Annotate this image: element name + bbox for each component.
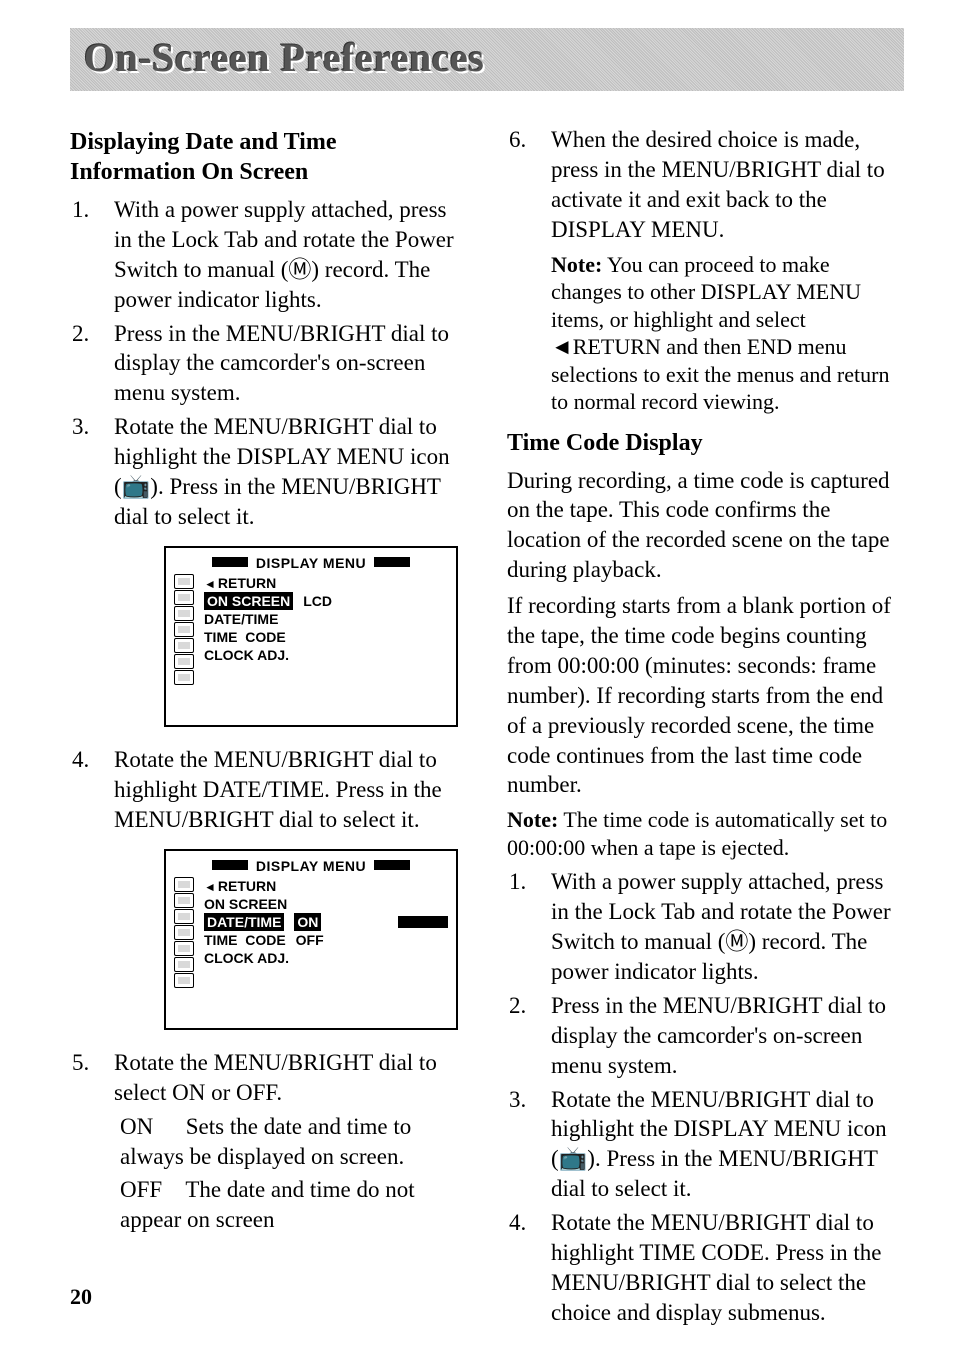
note-text: The time code is automatically set to 00… — [507, 807, 887, 860]
osd-menu-row: DATE/TIME — [202, 610, 448, 628]
osd-row-label: RETURN — [204, 574, 276, 593]
step-text: Press in the MENU/BRIGHT dial to display… — [114, 319, 467, 409]
option-key: OFF — [120, 1175, 180, 1205]
osd-side-icon — [174, 638, 194, 653]
osd-side-icon — [174, 877, 194, 892]
osd-side-icon — [174, 957, 194, 972]
osd-side-icon — [174, 973, 194, 988]
osd-row-label: CLOCK ADJ. — [204, 949, 289, 967]
osd-title: DISPLAY MENU — [174, 857, 448, 875]
osd-icon-strip — [174, 574, 198, 685]
list-item: Rotate the MENU/BRIGHT dial to highlight… — [507, 1085, 904, 1205]
osd-side-icon — [174, 606, 194, 621]
osd-side-icon — [174, 941, 194, 956]
osd-side-icon — [174, 925, 194, 940]
page-banner: On-Screen Preferences — [70, 28, 904, 91]
osd-menu-row: ON SCREEN LCD — [202, 592, 448, 610]
step-text: With a power supply attached, press in t… — [551, 867, 904, 987]
osd-row-label: TIME CODE — [204, 628, 286, 646]
note-label: Note: — [551, 252, 602, 277]
display-menu-figure-1: DISPLAY MENU RETURNON SCREEN LCD DATE/TIME… — [164, 546, 467, 727]
list-item: Rotate the MENU/BRIGHT dial to select ON… — [70, 1048, 467, 1108]
osd-icon-strip — [174, 877, 198, 988]
osd-side-icon — [174, 590, 194, 605]
list-item: Rotate the MENU/BRIGHT dial to highlight… — [507, 1208, 904, 1328]
datetime-steps-list: With a power supply attached, press in t… — [70, 195, 467, 1108]
osd-row-label: CLOCK ADJ. — [204, 646, 289, 664]
step-text: Rotate the MENU/BRIGHT dial to highlight… — [114, 412, 467, 532]
list-item: With a power supply attached, press in t… — [507, 867, 904, 987]
step-text: Rotate the MENU/BRIGHT dial to select ON… — [114, 1048, 467, 1108]
osd-selection-bar — [398, 916, 448, 928]
osd-row-label: ON SCREEN — [204, 592, 293, 610]
osd-row-value: ON — [294, 913, 321, 931]
step-text: Press in the MENU/BRIGHT dial to display… — [551, 991, 904, 1081]
left-column: Displaying Date and Time Information On … — [70, 121, 467, 1332]
osd-side-icon — [174, 622, 194, 637]
osd-side-icon — [174, 909, 194, 924]
right-column: When the desired choice is made, press i… — [507, 121, 904, 1332]
osd-row-label: DATE/TIME — [204, 610, 278, 628]
osd-menu-row: CLOCK ADJ. — [202, 949, 448, 967]
osd-menu-row: RETURN — [202, 574, 448, 592]
timecode-steps-list: With a power supply attached, press in t… — [507, 867, 904, 1327]
display-menu-figure-2: DISPLAY MENU RETURNON SCREENDATE/TIMEONT… — [164, 849, 467, 1030]
osd-side-icon — [174, 670, 194, 685]
osd-row-label: RETURN — [204, 877, 276, 896]
step-text: With a power supply attached, press in t… — [114, 195, 467, 315]
section-heading-datetime: Displaying Date and Time Information On … — [70, 127, 467, 187]
list-item: Press in the MENU/BRIGHT dial to display… — [507, 991, 904, 1081]
osd-side-icon — [174, 893, 194, 908]
list-item: Rotate the MENU/BRIGHT dial to highlight… — [70, 745, 467, 1044]
list-item: When the desired choice is made, press i… — [507, 125, 904, 422]
osd-side-icon — [174, 574, 194, 589]
osd-menu-row: TIME CODE — [202, 628, 448, 646]
note-text: You can proceed to make changes to other… — [551, 252, 889, 415]
step-text: Rotate the MENU/BRIGHT dial to highlight… — [114, 745, 467, 835]
list-item: Rotate the MENU/BRIGHT dial to highlight… — [70, 412, 467, 741]
osd-row-value: OFF — [296, 931, 324, 949]
option-key: ON — [120, 1112, 180, 1142]
body-paragraph: During recording, a time code is capture… — [507, 466, 904, 586]
step-text: When the desired choice is made, press i… — [551, 125, 904, 245]
osd-menu-row: CLOCK ADJ. — [202, 646, 448, 664]
page-title: On-Screen Preferences — [84, 34, 890, 81]
osd-title: DISPLAY MENU — [174, 554, 448, 572]
osd-row-label: ON SCREEN — [204, 895, 287, 913]
osd-row-label: TIME CODE — [204, 931, 286, 949]
step-text: Rotate the MENU/BRIGHT dial to highlight… — [551, 1085, 904, 1205]
osd-menu-row: DATE/TIME ON — [202, 913, 448, 931]
list-item: With a power supply attached, press in t… — [70, 195, 467, 315]
note-label: Note: — [507, 807, 558, 832]
option-off: OFF The date and time do not appear on s… — [120, 1175, 467, 1235]
section-heading-timecode: Time Code Display — [507, 428, 904, 458]
step-text: Rotate the MENU/BRIGHT dial to highlight… — [551, 1208, 904, 1328]
osd-row-label: DATE/TIME — [204, 913, 284, 931]
note-block: Note: You can proceed to make changes to… — [551, 251, 904, 416]
osd-menu-row: RETURN — [202, 877, 448, 895]
list-item: Press in the MENU/BRIGHT dial to display… — [70, 319, 467, 409]
osd-menu-row: ON SCREEN — [202, 895, 448, 913]
option-on: ON Sets the date and time to always be d… — [120, 1112, 467, 1172]
osd-side-icon — [174, 654, 194, 669]
continued-steps-list: When the desired choice is made, press i… — [507, 125, 904, 422]
page-number: 20 — [70, 1284, 92, 1310]
osd-menu-row: TIME CODE OFF — [202, 931, 448, 949]
note-block: Note: The time code is automatically set… — [507, 806, 904, 861]
osd-row-value: LCD — [303, 592, 332, 610]
body-paragraph: If recording starts from a blank portion… — [507, 591, 904, 800]
